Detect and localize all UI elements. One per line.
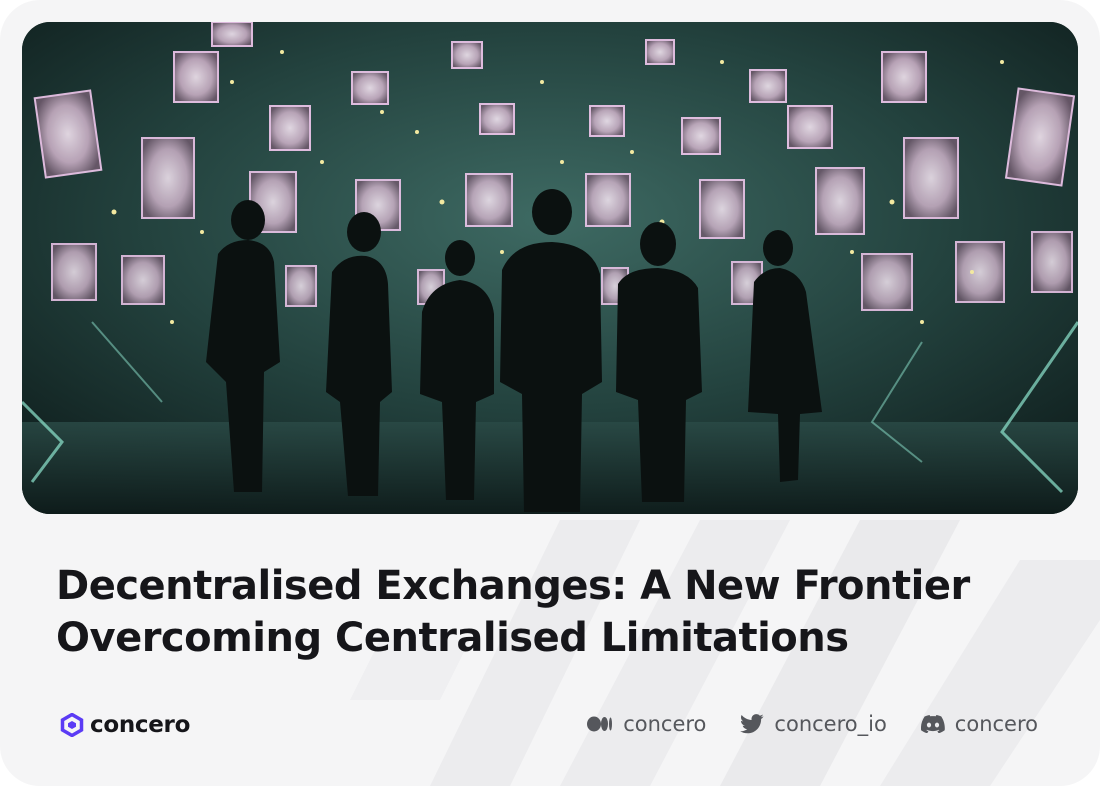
social-link-medium[interactable]: concero <box>587 712 706 736</box>
twitter-icon <box>740 714 765 734</box>
hero-image <box>22 22 1078 514</box>
brand-logo[interactable]: concero <box>60 710 190 740</box>
post-card: Decentralised Exchanges: A New Frontier … <box>0 0 1100 786</box>
title-line-2: Overcoming Centralised Limitations <box>56 615 849 661</box>
social-link-twitter[interactable]: concero_io <box>740 712 887 736</box>
social-links: concero concero_io concero <box>587 712 1038 736</box>
article-title: Decentralised Exchanges: A New Frontier … <box>56 560 1056 664</box>
social-link-discord[interactable]: concero <box>920 712 1038 736</box>
social-label-twitter: concero_io <box>774 712 887 736</box>
title-line-1: Decentralised Exchanges: A New Frontier <box>56 563 970 609</box>
discord-icon <box>920 715 945 733</box>
concero-hexagon-logo-icon <box>60 713 84 737</box>
medium-icon <box>587 716 613 732</box>
social-label-discord: concero <box>954 712 1038 736</box>
brand-name: concero <box>90 712 191 738</box>
social-label-medium: concero <box>623 712 707 736</box>
